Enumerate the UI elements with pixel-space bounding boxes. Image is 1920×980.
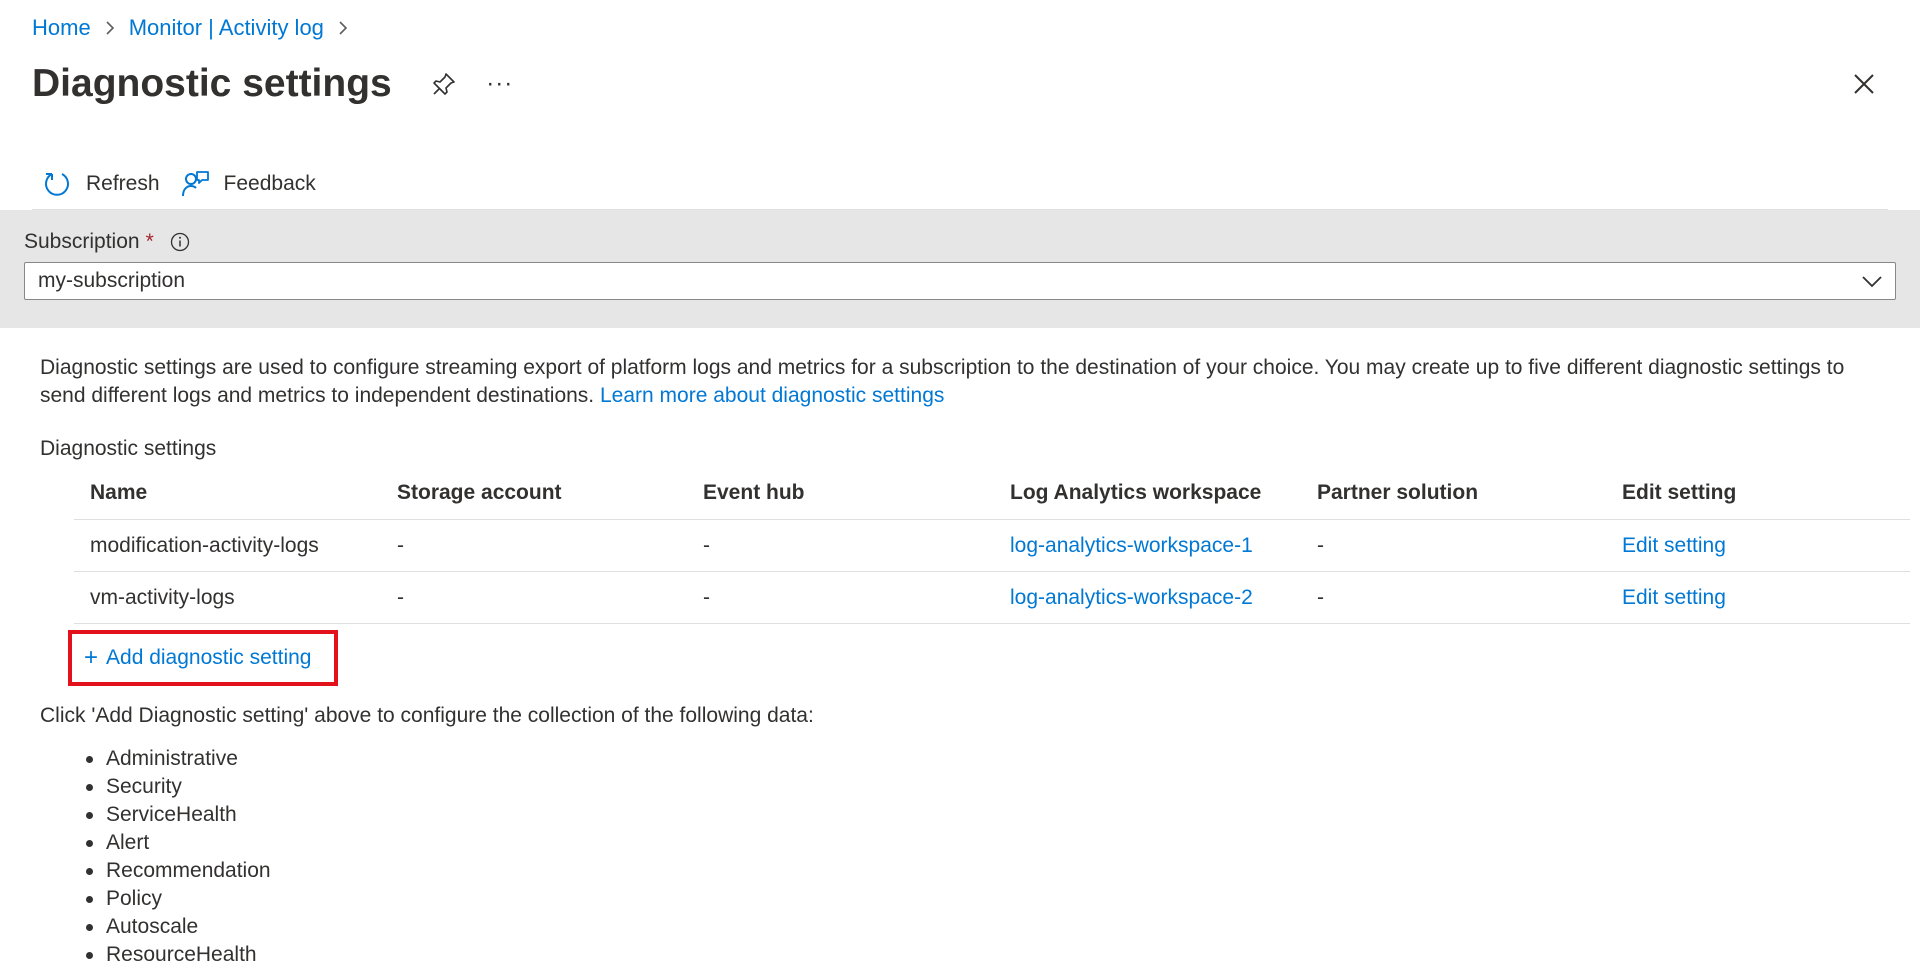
title-row: Diagnostic settings ··· <box>32 56 520 112</box>
column-header-workspace: Log Analytics workspace <box>1010 480 1262 504</box>
close-icon[interactable] <box>1844 64 1884 104</box>
column-header-eventhub: Event hub <box>703 480 805 504</box>
info-icon[interactable] <box>170 232 190 252</box>
cell-name: modification-activity-logs <box>90 533 319 557</box>
description: Diagnostic settings are used to configur… <box>40 354 1880 410</box>
plus-icon: + <box>84 644 99 671</box>
cell-storage: - <box>397 533 404 557</box>
cell-partner: - <box>1317 585 1324 609</box>
instruction-text: Click 'Add Diagnostic setting' above to … <box>40 704 814 727</box>
page-title: Diagnostic settings <box>32 62 392 105</box>
table-header-row: Name Storage account Event hub Log Analy… <box>74 466 1910 520</box>
list-item: ServiceHealth <box>86 801 271 829</box>
data-category-list: Administrative Security ServiceHealth Al… <box>86 745 271 969</box>
workspace-link[interactable]: log-analytics-workspace-1 <box>994 534 1301 558</box>
feedback-icon <box>181 170 209 196</box>
command-bar: Refresh Feedback <box>32 158 1888 210</box>
list-item: Autoscale <box>86 913 271 941</box>
edit-setting-link[interactable]: Edit setting <box>1606 586 1910 610</box>
edit-setting-link[interactable]: Edit setting <box>1606 534 1910 558</box>
list-item: Recommendation <box>86 857 271 885</box>
table-row: modification-activity-logs - - log-analy… <box>74 520 1910 572</box>
pin-icon[interactable] <box>424 64 464 104</box>
feedback-label: Feedback <box>223 171 316 195</box>
list-item: Policy <box>86 885 271 913</box>
list-item: Administrative <box>86 745 271 773</box>
chevron-right-icon <box>105 20 115 36</box>
chevron-down-icon <box>1861 271 1883 297</box>
add-diagnostic-setting-label: Add diagnostic setting <box>106 646 312 669</box>
subscription-label: Subscription <box>24 230 140 253</box>
section-label: Diagnostic settings <box>40 437 217 460</box>
column-header-edit: Edit setting <box>1622 480 1737 504</box>
feedback-button[interactable]: Feedback <box>170 162 326 206</box>
diagnostic-settings-table: Name Storage account Event hub Log Analy… <box>74 466 1910 624</box>
cell-eventhub: - <box>703 585 710 609</box>
cell-eventhub: - <box>703 533 710 557</box>
subscription-panel: Subscription * my-subscription <box>0 210 1920 328</box>
add-diagnostic-setting-button[interactable]: + Add diagnostic setting <box>68 630 338 686</box>
cell-partner: - <box>1317 533 1324 557</box>
subscription-value: my-subscription <box>38 269 186 292</box>
chevron-right-icon <box>338 20 348 36</box>
column-header-storage: Storage account <box>397 480 562 504</box>
column-header-partner: Partner solution <box>1317 480 1479 504</box>
list-item: Alert <box>86 829 271 857</box>
breadcrumb-home-link[interactable]: Home <box>32 15 91 41</box>
more-options-icon[interactable]: ··· <box>480 64 520 104</box>
column-header-name: Name <box>90 480 148 504</box>
cell-name: vm-activity-logs <box>90 585 235 609</box>
workspace-link[interactable]: log-analytics-workspace-2 <box>994 586 1301 610</box>
subscription-dropdown[interactable]: my-subscription <box>24 262 1896 300</box>
subscription-label-row: Subscription * <box>24 230 190 254</box>
learn-more-link[interactable]: Learn more about diagnostic settings <box>600 384 944 407</box>
required-marker: * <box>145 230 154 253</box>
refresh-label: Refresh <box>86 171 160 195</box>
refresh-button[interactable]: Refresh <box>32 162 170 206</box>
breadcrumb: Home Monitor | Activity log <box>32 14 362 42</box>
breadcrumb-monitor-link[interactable]: Monitor | Activity log <box>129 15 324 41</box>
cell-storage: - <box>397 585 404 609</box>
list-item: Security <box>86 773 271 801</box>
refresh-icon <box>45 172 69 196</box>
list-item: ResourceHealth <box>86 941 271 969</box>
table-row: vm-activity-logs - - log-analytics-works… <box>74 572 1910 624</box>
